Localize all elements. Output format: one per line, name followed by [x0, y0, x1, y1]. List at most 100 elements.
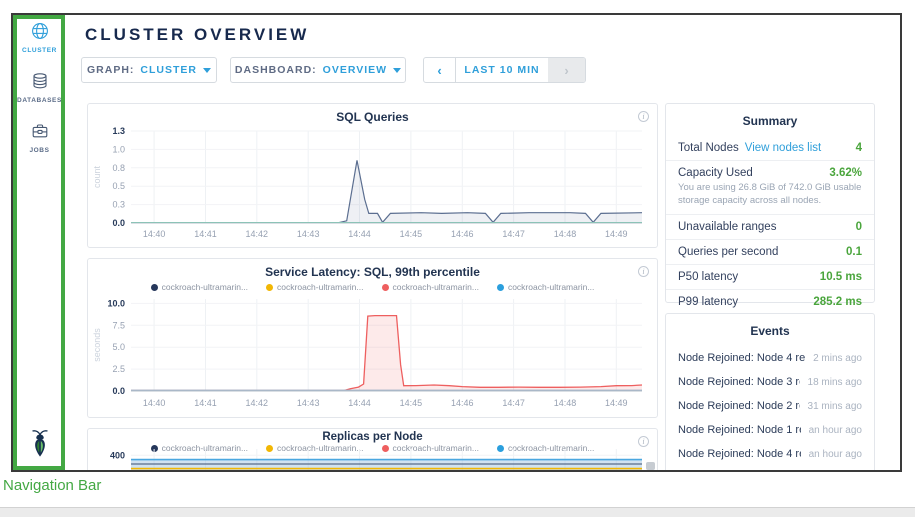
bottom-taskbar-strip	[0, 507, 915, 517]
event-row[interactable]: Node Rejoined: Node 2 rej... 31 mins ago	[666, 394, 874, 418]
svg-text:14:49: 14:49	[605, 229, 628, 239]
sidebar-item-databases[interactable]: DATABASES	[13, 72, 66, 104]
event-time: an hour ago	[801, 449, 862, 460]
event-text: Node Rejoined: Node 4 rej...	[678, 448, 801, 460]
time-range-label[interactable]: LAST 10 MIN	[456, 58, 548, 82]
event-time: an hour ago	[801, 425, 862, 436]
svg-text:14:46: 14:46	[451, 229, 474, 239]
chart-legend: cockroach-ultramarin... cockroach-ultram…	[88, 282, 657, 292]
legend-item: cockroach-ultramarin...	[382, 282, 479, 292]
events-title: Events	[666, 314, 874, 346]
event-row[interactable]: Node Rejoined: Node 4 rej... an hour ago	[666, 442, 874, 466]
legend-dot-icon	[266, 284, 273, 291]
summary-row-p99-latency: P99 latency 285.2 ms	[666, 290, 874, 314]
event-text: Node Rejoined: Node 2 rej...	[678, 400, 800, 412]
summary-value: 3.62%	[829, 167, 862, 179]
graph-dropdown-label: GRAPH:	[87, 64, 134, 76]
svg-text:0.0: 0.0	[112, 386, 125, 396]
svg-text:14:46: 14:46	[451, 398, 474, 408]
legend-item: cockroach-ultramarin...	[266, 282, 363, 292]
summary-label: P99 latency	[678, 296, 738, 308]
chart-title: Service Latency: SQL, 99th percentile	[88, 259, 657, 279]
svg-text:seconds: seconds	[92, 328, 102, 362]
info-icon[interactable]: i	[638, 436, 649, 447]
legend-dot-icon	[382, 284, 389, 291]
svg-text:1.3: 1.3	[112, 126, 125, 136]
event-row[interactable]: Node Rejoined: Node 3 rej... 18 mins ago	[666, 370, 874, 394]
annotation-label: Navigation Bar	[3, 477, 101, 494]
graph-dropdown[interactable]: GRAPH: CLUSTER	[81, 57, 217, 83]
jobs-briefcase-icon	[31, 127, 49, 144]
legend-dot-icon	[151, 284, 158, 291]
scrollbar-thumb[interactable]	[646, 462, 655, 470]
event-text: Node Rejoined: Node 1 rej...	[678, 424, 801, 436]
legend-item: cockroach-ultramarin...	[497, 282, 594, 292]
summary-row-total-nodes: Total Nodes View nodes list 4	[666, 136, 874, 161]
svg-text:0.0: 0.0	[112, 218, 125, 228]
chevron-down-icon	[393, 68, 401, 73]
sidebar-item-jobs[interactable]: JOBS	[13, 122, 66, 154]
capacity-note: You are using 26.8 GiB of 742.0 GiB usab…	[678, 182, 862, 208]
chart-title: SQL Queries	[88, 104, 657, 124]
replicas-per-node-chart: 400	[91, 447, 654, 472]
time-range-selector: ‹ LAST 10 MIN ›	[423, 57, 586, 83]
svg-text:14:42: 14:42	[246, 398, 269, 408]
svg-text:14:47: 14:47	[502, 229, 525, 239]
summary-row-queries-per-second: Queries per second 0.1	[666, 240, 874, 265]
summary-label: Unavailable ranges	[678, 221, 776, 233]
summary-label: Capacity Used	[678, 167, 753, 179]
chevron-left-icon: ‹	[437, 63, 441, 78]
svg-text:10.0: 10.0	[107, 298, 125, 308]
svg-text:14:47: 14:47	[502, 398, 525, 408]
databases-icon	[31, 77, 49, 94]
time-range-prev-button[interactable]: ‹	[424, 58, 456, 82]
svg-text:14:49: 14:49	[605, 398, 628, 408]
svg-text:2.5: 2.5	[112, 364, 125, 374]
svg-text:7.5: 7.5	[112, 320, 125, 330]
info-icon[interactable]: i	[638, 266, 649, 277]
summary-title: Summary	[666, 104, 874, 136]
view-nodes-list-link[interactable]: View nodes list	[745, 142, 822, 154]
cluster-globe-icon	[31, 27, 49, 44]
sql-queries-chart-panel: SQL Queries i 0.00.30.50.81.01.314:4014:…	[87, 103, 658, 248]
svg-text:count: count	[92, 165, 102, 188]
svg-text:14:41: 14:41	[194, 229, 217, 239]
chart-title: Replicas per Node	[88, 429, 657, 443]
dashboard-dropdown-label: DASHBOARD:	[235, 64, 317, 76]
events-panel: Events Node Rejoined: Node 4 rej... 2 mi…	[665, 313, 875, 472]
event-row[interactable]: Node Rejoined: Node 4 rej... 2 mins ago	[666, 346, 874, 370]
svg-text:14:48: 14:48	[554, 229, 577, 239]
svg-text:14:45: 14:45	[400, 229, 423, 239]
event-time: 18 mins ago	[800, 377, 862, 388]
service-latency-chart-panel: Service Latency: SQL, 99th percentile i …	[87, 258, 658, 418]
sidebar-item-cluster[interactable]: CLUSTER	[13, 22, 66, 54]
graph-dropdown-value: CLUSTER	[140, 64, 197, 76]
chevron-right-icon: ›	[564, 63, 568, 78]
dashboard-dropdown[interactable]: DASHBOARD: OVERVIEW	[230, 57, 406, 83]
info-icon[interactable]: i	[638, 111, 649, 122]
navigation-sidebar: CLUSTER DATABASES	[13, 15, 66, 470]
svg-text:14:42: 14:42	[246, 229, 269, 239]
time-range-next-button-disabled[interactable]: ›	[548, 58, 585, 82]
svg-text:5.0: 5.0	[112, 342, 125, 352]
legend-item: cockroach-ultramarin...	[151, 282, 248, 292]
page-title: CLUSTER OVERVIEW	[85, 25, 309, 45]
summary-value: 285.2 ms	[813, 296, 862, 308]
event-text: Node Rejoined: Node 3 rej...	[678, 376, 800, 388]
event-row[interactable]: Node Rejoined: Node 1 rej... an hour ago	[666, 418, 874, 442]
svg-text:14:43: 14:43	[297, 398, 320, 408]
svg-text:14:44: 14:44	[348, 398, 371, 408]
sidebar-item-label: JOBS	[13, 147, 66, 154]
summary-row-capacity-used: Capacity Used 3.62% You are using 26.8 G…	[666, 161, 874, 215]
summary-value: 0	[856, 221, 862, 233]
admin-ui-window: CLUSTER DATABASES	[11, 13, 902, 472]
svg-text:14:40: 14:40	[143, 229, 166, 239]
summary-row-p50-latency: P50 latency 10.5 ms	[666, 265, 874, 290]
summary-value: 4	[856, 142, 862, 154]
sidebar-item-label: CLUSTER	[13, 47, 66, 54]
svg-text:14:40: 14:40	[143, 398, 166, 408]
summary-panel: Summary Total Nodes View nodes list 4 Ca…	[665, 103, 875, 303]
cockroachdb-logo[interactable]	[28, 428, 52, 463]
svg-text:1.0: 1.0	[112, 144, 125, 154]
svg-text:14:48: 14:48	[554, 398, 577, 408]
